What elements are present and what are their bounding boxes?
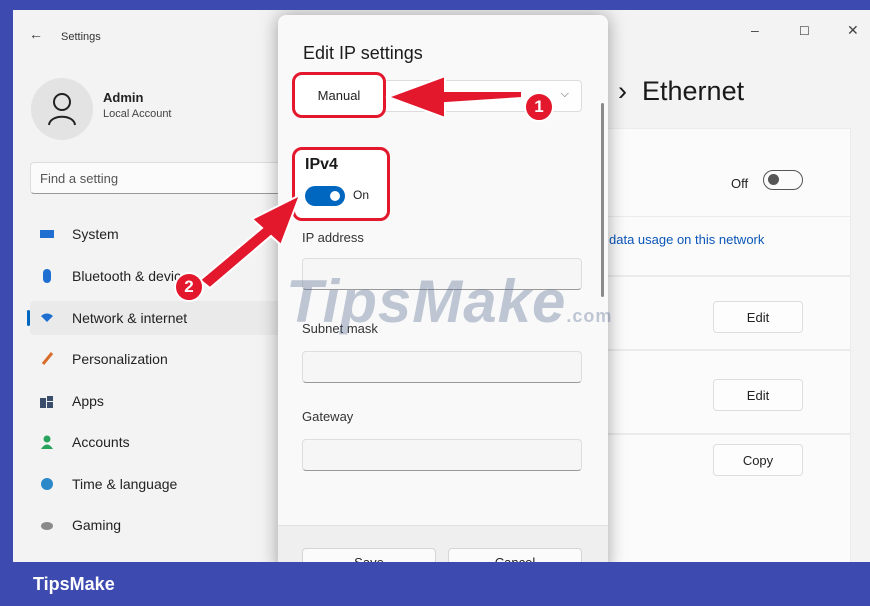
annotation-badge-2: 2 [174,272,204,302]
footer-brand: TipsMake [33,574,115,594]
annotation-arrows [198,74,523,290]
footer-bar: TipsMake [0,562,870,606]
arrow-2-icon [198,192,302,290]
annotation-badge-1: 1 [524,92,554,122]
arrow-1-icon [385,74,523,120]
